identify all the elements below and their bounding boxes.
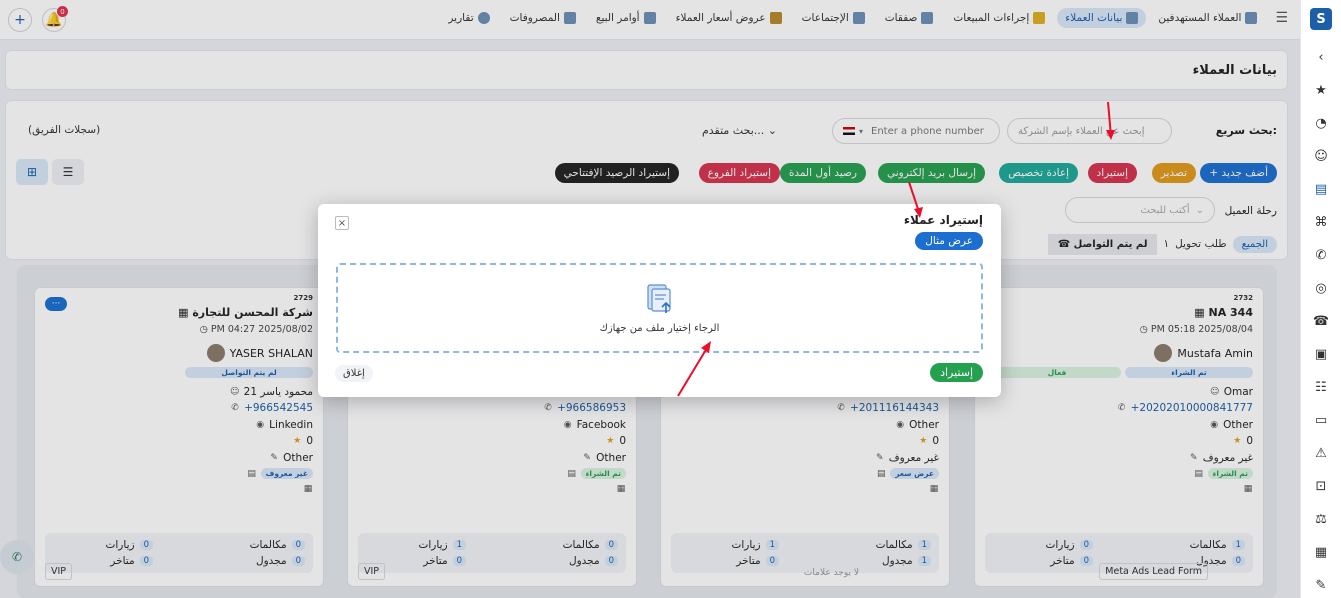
- users-icon[interactable]: ☺: [1310, 145, 1332, 167]
- wallet-icon[interactable]: ▣: [1310, 343, 1332, 365]
- warning-icon[interactable]: ⚠: [1310, 442, 1332, 464]
- logo: S: [1310, 8, 1332, 30]
- show-example-button[interactable]: عرض مثال: [915, 232, 983, 250]
- telephone-icon[interactable]: ☎: [1310, 310, 1332, 332]
- file-upload-icon: [647, 284, 671, 313]
- sidebar: S ‹ ★ ◔ ☺ ▤ ⌘ ✆ ◎ ☎ ▣ ☷ ▭ ⚠ ⊡ ⚖ ▦ ✎: [1300, 0, 1341, 598]
- import-customers-modal: إستيراد عملاء × عرض مثال الرجاء إختيار م…: [318, 204, 1001, 397]
- chevron-left-icon[interactable]: ‹: [1310, 46, 1332, 68]
- team-icon[interactable]: ☷: [1310, 376, 1332, 398]
- annotation-arrow-icon: [908, 181, 923, 218]
- scale-icon[interactable]: ⚖: [1310, 508, 1332, 530]
- pen-icon[interactable]: ✎: [1310, 574, 1332, 596]
- close-button[interactable]: إغلاق: [335, 365, 373, 382]
- annotation-arrow-icon: [1106, 101, 1115, 140]
- ticket-icon[interactable]: ⌘: [1310, 211, 1332, 233]
- close-icon[interactable]: ×: [335, 216, 349, 230]
- star-icon[interactable]: ★: [1310, 79, 1332, 101]
- document-icon[interactable]: ▤: [1310, 178, 1332, 200]
- target-icon[interactable]: ◎: [1310, 277, 1332, 299]
- phone-icon[interactable]: ✆: [1310, 244, 1332, 266]
- dashboard-icon[interactable]: ◔: [1310, 112, 1332, 134]
- report-icon[interactable]: ▦: [1310, 541, 1332, 563]
- file-dropzone[interactable]: الرجاء إختيار ملف من جهازك: [336, 263, 983, 353]
- import-submit-button[interactable]: إستيراد: [930, 363, 983, 382]
- dropzone-text: الرجاء إختيار ملف من جهازك: [599, 323, 720, 334]
- car-icon[interactable]: ⊡: [1310, 475, 1332, 497]
- money-icon[interactable]: ▭: [1310, 409, 1332, 431]
- annotation-arrow-icon: [677, 341, 711, 397]
